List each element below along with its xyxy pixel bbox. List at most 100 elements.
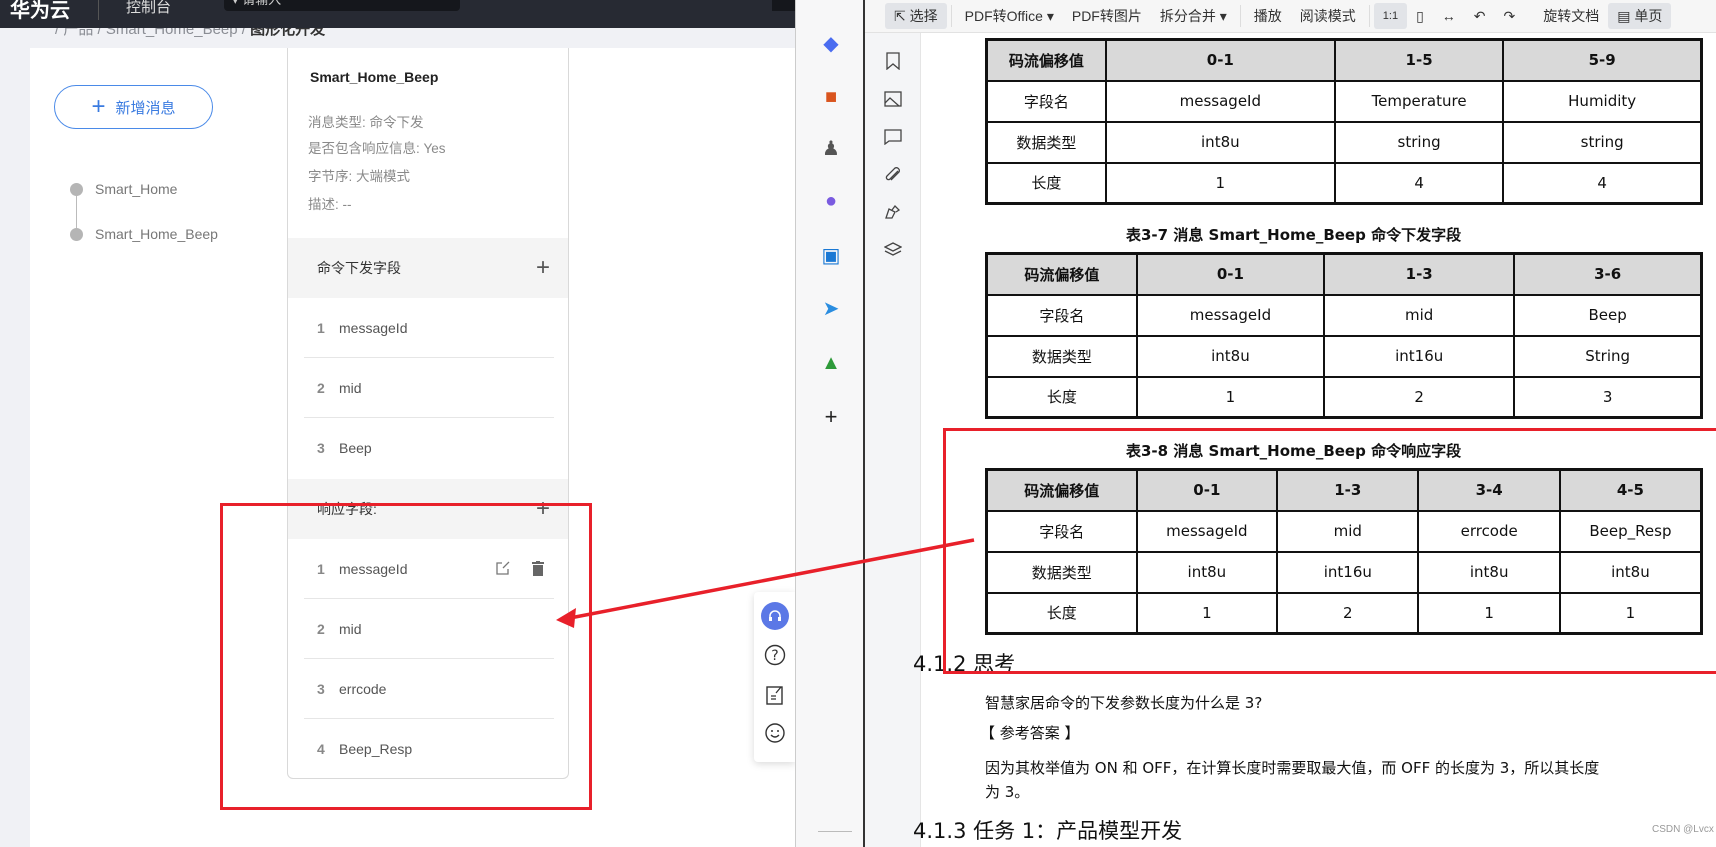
divider [818,831,852,832]
table-cell: int8u [1135,334,1326,378]
single-page-button[interactable]: ▤ 单页 [1608,3,1672,29]
table-cell: 长度 [985,375,1138,419]
has-response: 是否包含响应信息: Yes [308,141,446,156]
console-link[interactable]: 控制台 [126,0,171,17]
field-num: 3 [317,440,325,456]
field-row[interactable]: 2 mid [304,358,554,418]
pdf-sidebar [865,33,921,847]
fit-page-icon[interactable]: ▯ [1407,3,1433,29]
message-item-smart-home[interactable]: Smart_Home [95,181,177,197]
table-cell: Temperature [1333,79,1505,123]
pdf-to-office-button[interactable]: PDF转Office ▾ [956,3,1063,29]
table-cell: 1 [1104,161,1336,205]
copilot-icon[interactable]: ● [818,188,844,214]
bookmark-icon[interactable] [881,49,905,73]
send-icon[interactable]: ➤ [818,295,844,321]
play-button[interactable]: 播放 [1245,3,1291,29]
section-label: 命令下发字段 [317,260,401,276]
region-select[interactable]: ▾ 请输入 [224,0,460,11]
table-cell: messageId [1135,293,1326,337]
table-cell: String [1513,334,1703,378]
fit-width-icon[interactable]: ↔ [1433,3,1465,29]
pdf-to-image-button[interactable]: PDF转图片 [1063,3,1151,29]
chess-icon[interactable]: ♟ [818,135,844,161]
feedback-icon[interactable] [762,682,788,708]
table-cell: 数据类型 [985,120,1107,164]
question-text: 智慧家居命令的下发参数长度为什么是 3? [985,694,1263,712]
table-cell: 码流偏移值 [985,252,1138,296]
section-heading: 4.1.3 任务 1：产品模型开发 [913,819,1183,843]
split-merge-button[interactable]: 拆分合并 ▾ [1151,3,1236,29]
divider [1239,5,1241,27]
divider [1368,5,1370,27]
help-icon[interactable]: ? [762,642,788,668]
table-row: 长度 1 4 4 [985,161,1703,205]
table-row: 字段名 messageId Temperature Humidity [985,79,1703,123]
comment-icon[interactable] [881,125,905,149]
table-cell: 4 [1502,161,1703,205]
field-row[interactable]: 3 Beep [304,418,554,478]
field-num: 2 [317,379,325,396]
smile-icon[interactable] [762,720,788,746]
add-app-icon[interactable]: + [818,404,844,430]
message-item-smart-home-beep[interactable]: Smart_Home_Beep [95,226,218,242]
table-row: 字段名 messageId mid Beep [985,293,1703,337]
attachment-icon[interactable] [881,163,905,187]
signature-icon[interactable] [881,201,905,225]
annotation-box [943,428,1716,674]
svg-text:?: ? [771,648,778,664]
table-cell: 3 [1513,375,1703,419]
topbar-button[interactable] [772,0,795,11]
button-label: 单页 [1634,8,1663,24]
toolbox-icon[interactable]: ■ [818,84,844,110]
table-row: 数据类型 int8u string string [985,120,1703,164]
reading-mode-button[interactable]: 阅读模式 [1291,3,1365,29]
layers-icon[interactable] [881,238,905,262]
field-name: Beep [339,440,372,456]
byte-order: 字节序: 大端模式 [308,169,411,184]
table-row: 数据类型 int8u int16u String [985,334,1703,378]
divider [98,0,99,20]
message-type: 消息类型: 命令下发 [308,115,424,130]
divider [950,5,952,27]
table-cell: 3-6 [1513,252,1703,296]
table-cell: 1-3 [1323,252,1516,296]
table-cell: 1-5 [1333,38,1505,82]
table-row: 码流偏移值 0-1 1-3 3-6 [985,252,1703,296]
rotate-left-icon[interactable]: ↶ [1465,3,1495,29]
answer-label: 【 参考答案 】 [980,724,1080,742]
tree-icon[interactable]: ▲ [818,350,844,376]
message-title: Smart_Home_Beep [310,69,439,85]
select-tool-button[interactable]: ⇱ 选择 [885,3,947,29]
tree-node-dot [70,183,83,196]
add-field-icon[interactable]: + [536,254,550,282]
field-row[interactable]: 1 messageId [304,298,554,358]
button-label: 选择 [909,8,938,24]
table-row: 长度 1 2 3 [985,375,1703,419]
image-icon[interactable] [881,87,905,111]
table-cell: 0-1 [1104,38,1336,82]
table-row: 码流偏移值 0-1 1-5 5-9 [985,38,1703,82]
outlook-icon[interactable]: ▣ [818,242,844,268]
logo: 华为云 [10,0,70,22]
headset-icon[interactable] [761,602,789,630]
table-cell: int8u [1104,120,1336,164]
table-cell: 0-1 [1135,252,1326,296]
rotate-right-icon[interactable]: ↷ [1495,3,1525,29]
top-navbar: 华为云 控制台 ▾ 请输入 [0,0,795,28]
table-cell: 2 [1323,375,1516,419]
add-message-button[interactable]: + 新增消息 [54,85,213,129]
field-table: 码流偏移值 0-1 1-3 3-6 字段名 messageId mid Beep 数据类型 int… [985,252,1703,419]
plus-icon: + [91,93,106,120]
actual-size-icon[interactable]: 1:1 [1373,3,1408,29]
rotate-document-button[interactable]: 旋转文档 [1534,3,1608,29]
field-table: 码流偏移值 0-1 1-5 5-9 字段名 messageId Temperature Hum… [985,38,1703,205]
table-cell: 长度 [985,161,1107,205]
answer-text: 因为其枚举值为 ON 和 OFF，在计算长度时需要取最大值，而 OFF 的长度为… [985,759,1600,777]
description: 描述: -- [308,197,352,212]
field-name: mid [339,379,362,396]
app-dock: ◆ ■ ♟ ● ▣ ➤ ▲ + [795,0,865,847]
table-cell: 5-9 [1502,38,1703,82]
tree-node-dot [70,228,83,241]
tag-icon[interactable]: ◆ [818,30,844,56]
